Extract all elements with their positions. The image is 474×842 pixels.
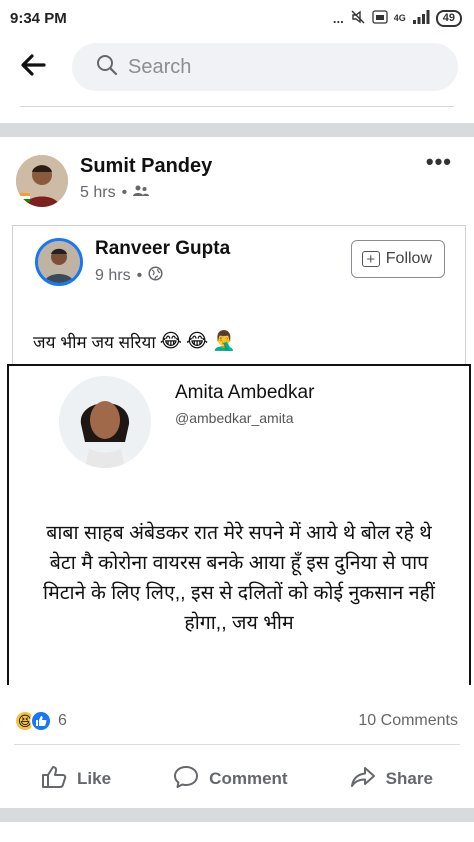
feed-separator-bottom — [0, 808, 474, 822]
share-icon — [350, 765, 376, 794]
battery-indicator: 49 — [435, 9, 462, 27]
volte-icon — [372, 9, 388, 27]
mute-icon — [350, 9, 366, 28]
follow-label: Follow — [385, 250, 432, 267]
tweet-body: बाबा साहब अंबेडकर रात मेरे सपने में आये … — [43, 522, 435, 634]
shared-subline: 9 hrs • — [95, 266, 230, 286]
friends-icon — [133, 184, 150, 202]
shared-post-meta: Ranveer Gupta 9 hrs • — [95, 238, 230, 286]
dot-separator: • — [136, 267, 143, 284]
search-icon — [96, 54, 118, 81]
back-arrow-icon[interactable] — [20, 52, 48, 82]
like-reaction-icon — [30, 710, 52, 732]
dots-indicator: ... — [332, 10, 344, 26]
laughing-emoji: 😂 — [185, 330, 209, 352]
tweet-avatar — [59, 376, 151, 468]
comment-label: Comment — [209, 769, 288, 788]
shared-author-name[interactable]: Ranveer Gupta — [95, 238, 230, 260]
globe-icon — [148, 266, 163, 286]
like-button[interactable]: Like — [41, 765, 111, 794]
search-row — [0, 36, 474, 98]
avatar[interactable] — [16, 155, 68, 207]
post-subline: 5 hrs • — [80, 184, 212, 202]
more-options-icon[interactable]: ••• — [426, 149, 452, 175]
shared-time[interactable]: 9 hrs — [95, 267, 131, 285]
reaction-count: 6 — [58, 712, 67, 729]
tweet-handle: @ambedkar_amita — [175, 410, 294, 426]
post-time[interactable]: 5 hrs — [80, 184, 116, 202]
post-header: Sumit Pandey 5 hrs • ••• — [0, 137, 474, 217]
share-button[interactable]: Share — [350, 765, 433, 794]
follow-button[interactable]: + Follow — [350, 240, 445, 278]
search-bar[interactable] — [72, 43, 458, 91]
post-actions: Like Comment Share — [0, 756, 474, 802]
network-label: 4G — [393, 13, 406, 23]
laughing-emoji: 😂 — [159, 330, 182, 352]
tweet-header: Amita Ambedkar @ambedkar_amita — [9, 366, 469, 468]
tweet-meta: Amita Ambedkar @ambedkar_amita — [175, 382, 314, 466]
shared-post-text: जय भीम जय सरिया 😂 😂 🤦‍♂️ — [13, 296, 465, 360]
thumbs-up-icon — [41, 765, 67, 794]
comments-count[interactable]: 10 Comments — [358, 712, 458, 730]
like-label: Like — [77, 769, 112, 788]
shared-post-header: Ranveer Gupta 9 hrs • + Follow — [13, 226, 465, 296]
reaction-summary[interactable]: 😆 6 — [14, 710, 67, 732]
reactions-row: 😆 6 10 Comments — [0, 704, 474, 738]
status-bar: 9:34 PM ... 4G 49 — [0, 0, 474, 36]
action-divider — [14, 744, 460, 745]
status-icons: ... 4G 49 — [333, 9, 462, 28]
post-author-name[interactable]: Sumit Pandey — [80, 155, 212, 178]
shared-avatar[interactable] — [35, 238, 83, 286]
dot-separator: • — [121, 184, 128, 201]
status-time: 9:34 PM — [10, 9, 67, 27]
post-image[interactable]: Amita Ambedkar @ambedkar_amita बाबा साहब… — [7, 364, 471, 685]
facepalm-emoji: 🤦‍♂️ — [212, 331, 236, 352]
tweet-name: Amita Ambedkar — [175, 382, 315, 403]
follow-icon: + — [361, 251, 380, 267]
signal-icon — [412, 9, 430, 27]
shared-post-card: Ranveer Gupta 9 hrs • + Follow जय भीम जय… — [7, 225, 471, 685]
comment-icon — [173, 765, 199, 794]
comment-button[interactable]: Comment — [173, 765, 288, 794]
post-meta: Sumit Pandey 5 hrs • — [80, 155, 212, 202]
shared-post-caption: जय भीम जय सरिया — [33, 332, 156, 352]
header-divider — [20, 106, 454, 107]
share-label: Share — [385, 769, 433, 788]
feed-separator — [0, 123, 474, 137]
search-input[interactable] — [128, 55, 440, 79]
